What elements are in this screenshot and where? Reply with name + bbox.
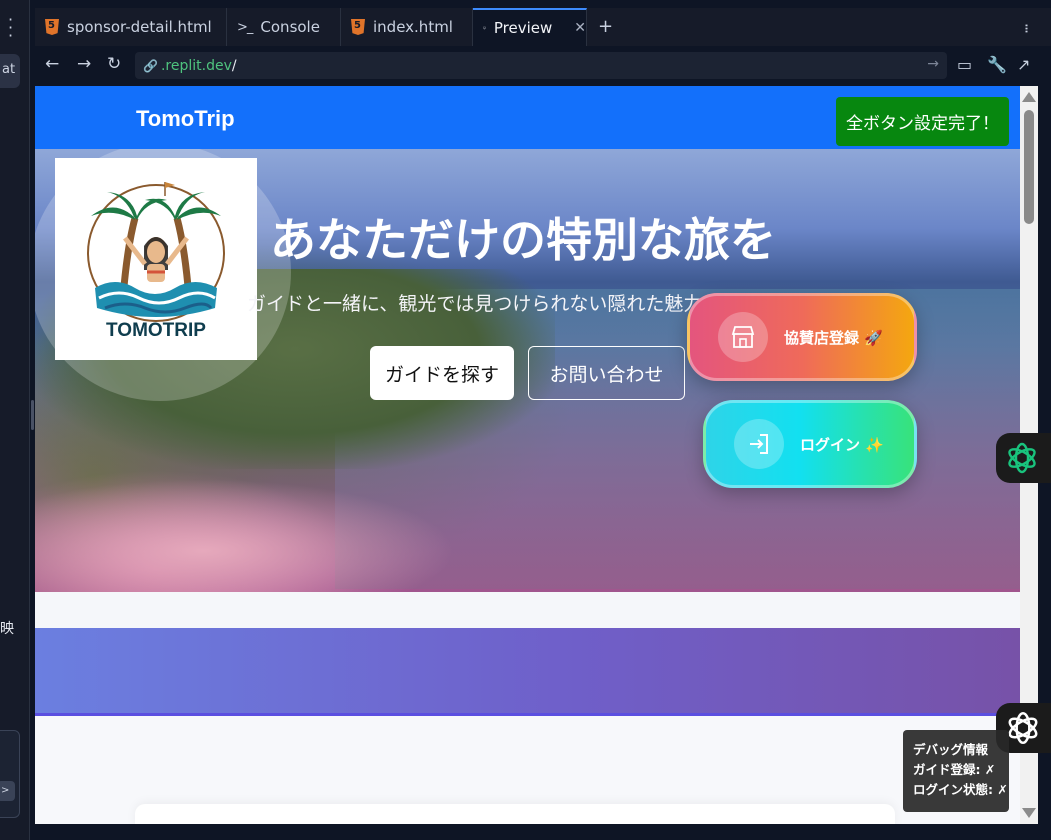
close-icon[interactable]: ✕ <box>574 20 586 36</box>
login-label: ログイン ✨ <box>800 435 884 454</box>
go-arrow-icon[interactable]: → <box>927 56 939 72</box>
kebab-menu-icon[interactable]: ··· <box>1017 23 1036 32</box>
scroll-up-icon[interactable] <box>1022 92 1036 102</box>
browser-toolbar: ← → ↻ 🔗 .replit.dev / → ▭ 🔧 ↗ <box>35 46 1045 84</box>
site-header: TomoTrip 全ボタン設定完了！ <box>35 86 1020 149</box>
all-buttons-done-button[interactable]: 全ボタン設定完了！ <box>836 97 1009 146</box>
tab-sponsor-detail[interactable]: sponsor-detail.html <box>35 8 227 46</box>
console-icon: >_ <box>237 19 253 35</box>
debug-login-state: ログイン状態: ✗ <box>913 782 1008 797</box>
logo-image: TOMOTRIP <box>87 182 225 341</box>
debug-title: デバッグ情報 <box>913 742 989 757</box>
add-tab-button[interactable]: + <box>598 16 613 37</box>
forward-arrow-icon[interactable]: → <box>77 54 91 74</box>
debug-panel: デバッグ情報 ガイド登録: ✗ ログイン状態: ✗ <box>903 730 1009 812</box>
hero-title: あなただけの特別な旅を <box>270 213 776 267</box>
tab-bar: sponsor-detail.html >_ Console index.htm… <box>35 8 1051 46</box>
content-card <box>135 804 895 824</box>
tab-preview[interactable]: Preview ✕ <box>473 8 587 46</box>
debug-guide-registration: ガイド登録: ✗ <box>913 762 996 777</box>
tab-index[interactable]: index.html <box>341 8 473 46</box>
html5-icon <box>351 19 365 35</box>
find-guide-button[interactable]: ガイドを探す <box>370 346 514 400</box>
reload-icon[interactable]: ↻ <box>107 54 121 74</box>
chat-input[interactable]: > <box>0 730 20 818</box>
side-button[interactable]: at <box>0 54 20 88</box>
back-arrow-icon[interactable]: ← <box>45 54 59 74</box>
wrench-icon[interactable]: 🔧 <box>987 55 1007 74</box>
logo-wordmark: TOMOTRIP <box>106 320 206 341</box>
scroll-down-icon[interactable] <box>1022 808 1036 818</box>
tab-label: sponsor-detail.html <box>67 18 212 36</box>
tab-console[interactable]: >_ Console <box>227 8 341 46</box>
address-bar[interactable]: 🔗 .replit.dev / → <box>135 52 947 79</box>
open-external-icon[interactable]: ↗ <box>1017 55 1030 74</box>
gradient-section <box>35 628 1020 716</box>
login-button[interactable]: ログイン ✨ <box>703 400 917 488</box>
html5-icon <box>45 19 59 35</box>
login-icon <box>734 419 784 469</box>
monitor-icon <box>483 26 486 30</box>
tomotrip-logo[interactable]: TOMOTRIP <box>55 158 257 360</box>
kebab-menu-icon[interactable]: ··· <box>8 12 13 44</box>
content-section <box>35 716 1020 824</box>
openai-icon <box>1008 442 1036 474</box>
preview-viewport: TomoTrip 全ボタン設定完了！ TOMOTRIP あなただけの特別な旅を … <box>35 86 1038 824</box>
tab-label: index.html <box>373 18 453 36</box>
scrollbar-thumb[interactable] <box>1024 110 1034 224</box>
left-panel: · · · at 映 > <box>0 0 30 840</box>
panel-resize-handle[interactable] <box>31 400 34 430</box>
link-icon: 🔗 <box>143 58 158 73</box>
sponsor-register-button[interactable]: 協賛店登録 🚀 <box>687 293 917 381</box>
hero-subtitle: ガイドと一緒に、観光では見つけられない隠れた魅力 <box>247 293 703 315</box>
hero-background <box>35 479 455 592</box>
tab-label: Preview <box>493 19 553 37</box>
tab-label: Console <box>260 18 320 36</box>
send-button[interactable]: > <box>0 781 15 801</box>
url-host: .replit.dev <box>160 57 232 74</box>
devices-icon[interactable]: ▭ <box>957 55 972 74</box>
hero-section: TOMOTRIP あなただけの特別な旅を ガイドと一緒に、観光では見つけられない… <box>35 149 1020 592</box>
contact-button[interactable]: お問い合わせ <box>528 346 685 400</box>
ai-assistant-button[interactable] <box>996 433 1051 483</box>
site-brand[interactable]: TomoTrip <box>136 106 235 132</box>
store-icon <box>718 312 768 362</box>
url-path: / <box>231 57 237 74</box>
side-text: 映 <box>0 621 14 637</box>
openai-icon <box>1008 711 1038 745</box>
section-spacer <box>35 592 1020 628</box>
sponsor-register-label: 協賛店登録 🚀 <box>784 328 883 347</box>
